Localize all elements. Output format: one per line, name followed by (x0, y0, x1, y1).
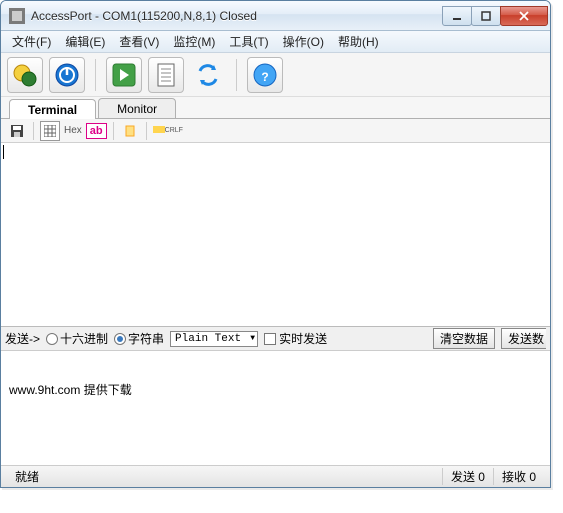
radio-icon (114, 333, 126, 345)
save-icon[interactable] (7, 121, 27, 141)
help-button[interactable]: ? (247, 57, 283, 93)
string-radio-label: 字符串 (128, 330, 164, 347)
menubar: 文件(F) 编辑(E) 查看(V) 监控(M) 工具(T) 操作(O) 帮助(H… (1, 31, 550, 53)
toolbar-separator (236, 59, 237, 91)
tab-terminal[interactable]: Terminal (9, 99, 96, 119)
send-text-content: www.9ht.com 提供下载 (9, 383, 132, 397)
app-icon (9, 8, 25, 24)
document-button[interactable] (148, 57, 184, 93)
toolbar-separator (95, 59, 96, 91)
sub-separator (33, 122, 34, 140)
ab-button[interactable]: ab (86, 123, 107, 139)
receive-area[interactable] (1, 143, 550, 327)
realtime-label: 实时发送 (279, 330, 327, 347)
clear-button[interactable]: 清空数据 (433, 328, 495, 349)
menu-monitor[interactable]: 监控(M) (166, 31, 222, 52)
run-button[interactable] (106, 57, 142, 93)
settings-button[interactable] (7, 57, 43, 93)
send-label: 发送-> (5, 330, 40, 347)
sub-toolbar: Hex ab CRLF (1, 119, 550, 143)
sub-separator (146, 122, 147, 140)
refresh-button[interactable] (190, 57, 226, 93)
send-button[interactable]: 发送数 (501, 328, 546, 349)
menu-help[interactable]: 帮助(H) (331, 31, 386, 52)
minimize-button[interactable] (442, 6, 472, 26)
svg-text:?: ? (261, 70, 268, 84)
string-radio[interactable]: 字符串 (114, 330, 164, 347)
send-area[interactable]: www.9ht.com 提供下载 (1, 351, 550, 465)
format-select[interactable]: Plain Text (170, 331, 258, 347)
hex-radio-label: 十六进制 (60, 330, 108, 347)
close-button[interactable] (500, 6, 548, 26)
status-tx: 发送 0 (442, 468, 493, 485)
menu-view[interactable]: 查看(V) (112, 31, 166, 52)
hex-label[interactable]: Hex (64, 125, 82, 136)
send-toolbar: 发送-> 十六进制 字符串 Plain Text 实时发送 清空数据 发送数 (1, 327, 550, 351)
menu-edit[interactable]: 编辑(E) (58, 31, 112, 52)
sub-separator (113, 122, 114, 140)
power-button[interactable] (49, 57, 85, 93)
grid-icon[interactable] (40, 121, 60, 141)
menu-tools[interactable]: 工具(T) (222, 31, 275, 52)
client-area: ? Terminal Monitor Hex ab CRLF 发送-> 十六进制 (1, 53, 550, 487)
titlebar[interactable]: AccessPort - COM1(115200,N,8,1) Closed (1, 1, 550, 31)
checkbox-icon (264, 333, 276, 345)
highlight-icon[interactable] (120, 121, 140, 141)
realtime-checkbox[interactable]: 实时发送 (264, 330, 327, 347)
hex-radio[interactable]: 十六进制 (46, 330, 108, 347)
crlf-icon[interactable]: CRLF (153, 121, 183, 141)
status-rx: 接收 0 (493, 468, 544, 485)
menu-file[interactable]: 文件(F) (5, 31, 58, 52)
radio-icon (46, 333, 58, 345)
tab-monitor[interactable]: Monitor (98, 98, 176, 118)
status-ready: 就绪 (7, 468, 442, 485)
status-bar: 就绪 发送 0 接收 0 (1, 465, 550, 487)
window-controls (443, 6, 548, 26)
app-window: AccessPort - COM1(115200,N,8,1) Closed 文… (0, 0, 551, 488)
tab-bar: Terminal Monitor (1, 97, 550, 119)
maximize-button[interactable] (471, 6, 501, 26)
window-title: AccessPort - COM1(115200,N,8,1) Closed (31, 9, 443, 23)
menu-operation[interactable]: 操作(O) (276, 31, 331, 52)
main-toolbar: ? (1, 53, 550, 97)
text-cursor (3, 145, 4, 159)
